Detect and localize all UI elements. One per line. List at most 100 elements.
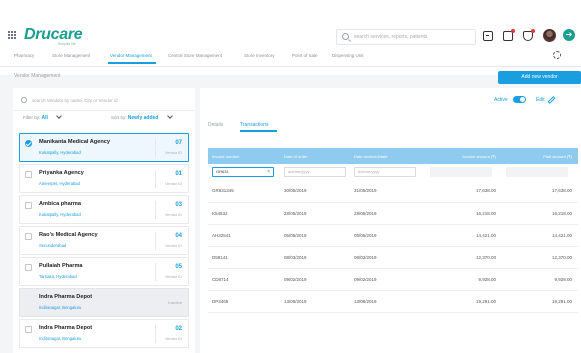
logout-icon[interactable]: ➔ — [563, 29, 575, 41]
vendor-name: Rao's Medical Agency — [39, 232, 98, 238]
vendor-location: Indiranagar, Bengaluru — [39, 336, 82, 341]
notification-icon[interactable] — [503, 29, 515, 41]
paid-amount: 16,218.00 — [502, 202, 578, 225]
global-search-input[interactable]: search services, reports, patients — [336, 29, 476, 45]
vendor-card[interactable]: Indra Pharma Depot Indiranagar, Bengalur… — [19, 319, 189, 348]
invoice-amount: 19,291.00 — [426, 290, 502, 313]
checkbox[interactable] — [25, 264, 32, 271]
vendor-card[interactable]: Rao's Medical Agency Secunderabad 04 Ven… — [19, 226, 189, 255]
order-date: 28/05/2019 — [280, 202, 350, 225]
tab-transactions[interactable]: Transactions — [240, 122, 268, 128]
search-icon — [21, 97, 27, 103]
vendor-name: Ambica pharma — [39, 201, 81, 207]
invoice-amount: 14,421.00 — [426, 224, 502, 247]
vendor-id-label: Vendor ID — [165, 213, 182, 217]
sort-dropdown[interactable]: Sort by: Newly added — [111, 113, 173, 121]
filter-value: GR631 — [216, 169, 229, 174]
checkbox[interactable] — [25, 202, 32, 209]
checkbox[interactable] — [25, 233, 32, 240]
vendor-number: 04 — [175, 233, 182, 239]
vendor-card[interactable]: Priyanka Agency Ameerpet, Hyderabad 01 V… — [19, 164, 189, 193]
vendor-card-inactive[interactable]: Indra Pharma Depot Indiranagar, Bengalur… — [19, 288, 189, 317]
tab-store-inventory[interactable]: Store Inventory — [244, 53, 275, 58]
filter-dropdown[interactable]: Filter by: All — [23, 113, 63, 121]
apps-grid-icon[interactable] — [8, 31, 17, 40]
list-divider — [13, 110, 195, 111]
vendor-id-label: Vendor ID — [165, 275, 182, 279]
invoice-filter-input[interactable]: GR631 × — [212, 167, 274, 177]
paid-amount: 19,291.00 — [502, 290, 578, 313]
vendor-number: 01 — [175, 171, 182, 177]
vendor-card[interactable]: Pullaiah Pharma Tarnaka, Hyderabad 05 Ve… — [19, 257, 189, 286]
tab-dispensing-unit[interactable]: Dispensing Unit — [332, 53, 364, 58]
tab-store-management[interactable]: Store Management — [52, 53, 90, 58]
tab-details[interactable]: Details — [208, 122, 223, 128]
brand-tagline: Simplify life — [58, 42, 76, 46]
table-row[interactable]: AH32541 05/05/2019 05/05/2019 14,421.00 … — [208, 224, 578, 247]
active-toggle[interactable] — [513, 96, 526, 103]
vendor-search-placeholder: search Vendors by name, City or Vendor i… — [32, 98, 118, 103]
received-date-filter-input[interactable]: dd/mm/yyyy — [354, 167, 416, 177]
invoice-amount: 9,928.00 — [426, 268, 502, 291]
invoice-number: DP3465 — [208, 290, 280, 313]
received-date: 08/03/2019 — [350, 246, 426, 269]
table-row[interactable]: GR631345 30/05/2019 31/05/2019 17,638.00… — [208, 180, 578, 203]
inactive-label: Inactive — [168, 300, 182, 305]
column-header[interactable]: Invoice amount (₹) — [426, 148, 502, 164]
received-date: 31/05/2019 — [350, 180, 426, 203]
tab-vendor-management[interactable]: Vendor Management — [110, 53, 152, 58]
edit-button[interactable]: Edit — [536, 97, 545, 103]
user-avatar[interactable] — [543, 29, 556, 42]
invoice-amount: 12,370.00 — [426, 246, 502, 269]
vendor-search-input[interactable]: search Vendors by name, City or Vendor i… — [19, 95, 189, 107]
vendor-card[interactable]: Ambica pharma Kukatpally, Hyderabad 03 V… — [19, 195, 189, 224]
vendor-name: Indra Pharma Depot — [39, 294, 93, 300]
column-header[interactable]: Date received/date — [350, 148, 426, 164]
page-title: Vendor Management — [14, 73, 61, 79]
search-icon — [342, 33, 349, 40]
selected-check-icon[interactable] — [25, 140, 32, 147]
card-divider — [155, 263, 156, 281]
pencil-icon[interactable] — [547, 96, 556, 104]
vendor-name: Indra Pharma Depot — [39, 325, 93, 331]
tab-pharmacy[interactable]: Pharmacy — [14, 53, 34, 58]
active-label: Active — [494, 97, 508, 103]
vendor-number: 05 — [175, 264, 182, 270]
invoice-number: AH32541 — [208, 224, 280, 247]
vendor-name: Priyanka Agency — [39, 170, 84, 176]
order-date-filter-input[interactable]: dd/mm/yyyy — [284, 167, 346, 177]
tab-point-of-sale[interactable]: Point of Sale — [292, 53, 318, 58]
order-date: 30/05/2019 — [280, 180, 350, 203]
add-vendor-button[interactable]: Add new vendor — [498, 71, 581, 84]
checkbox[interactable] — [25, 326, 32, 333]
vendor-location: Tarnaka, Hyderabad — [39, 274, 77, 279]
tab-central-store-management[interactable]: Central Store Management — [168, 53, 222, 58]
vendor-card[interactable]: Manikanta Medical Agency Kukatpally, Hyd… — [19, 133, 189, 162]
search-placeholder: search services, reports, patients — [354, 34, 428, 40]
table-row[interactable]: CD8714 09/02/2019 09/02/2019 9,928.00 9,… — [208, 268, 578, 291]
column-header[interactable]: Paid amount (₹) — [502, 148, 578, 164]
received-date: 13/08/2019 — [350, 290, 426, 313]
column-header[interactable]: Invoice number — [208, 148, 280, 164]
column-header[interactable]: Date of order — [280, 148, 350, 164]
filter-row: GR631 × dd/mm/yyyy dd/mm/yyyy — [208, 164, 578, 180]
vendor-location: Ameerpet, Hyderabad — [39, 181, 80, 186]
card-divider — [155, 201, 156, 219]
table-row[interactable]: D58141 08/03/2019 08/03/2019 12,370.00 1… — [208, 246, 578, 269]
table-row[interactable]: DP3465 13/08/2019 13/08/2019 19,291.00 1… — [208, 290, 578, 313]
table-row[interactable]: K54532 28/05/2019 28/05/2019 16,218.00 1… — [208, 202, 578, 225]
clear-icon[interactable]: × — [267, 168, 270, 176]
settings-gear-icon[interactable] — [553, 51, 561, 59]
card-divider — [155, 325, 156, 343]
checkbox[interactable] — [25, 171, 32, 178]
filter-value: All — [41, 115, 48, 121]
module-tabs: Pharmacy Store Management Vendor Managem… — [0, 48, 581, 65]
order-date: 13/08/2019 — [280, 290, 350, 313]
vendor-number: 07 — [175, 140, 182, 146]
table-header-row: Invoice number Date of order Date receiv… — [208, 148, 578, 164]
alerts-icon[interactable] — [523, 29, 535, 41]
chevron-down-icon — [166, 113, 173, 119]
paid-amount: 14,421.00 — [502, 224, 578, 247]
vendor-id-label: Vendor ID — [165, 244, 182, 248]
scan-icon[interactable] — [483, 31, 493, 41]
